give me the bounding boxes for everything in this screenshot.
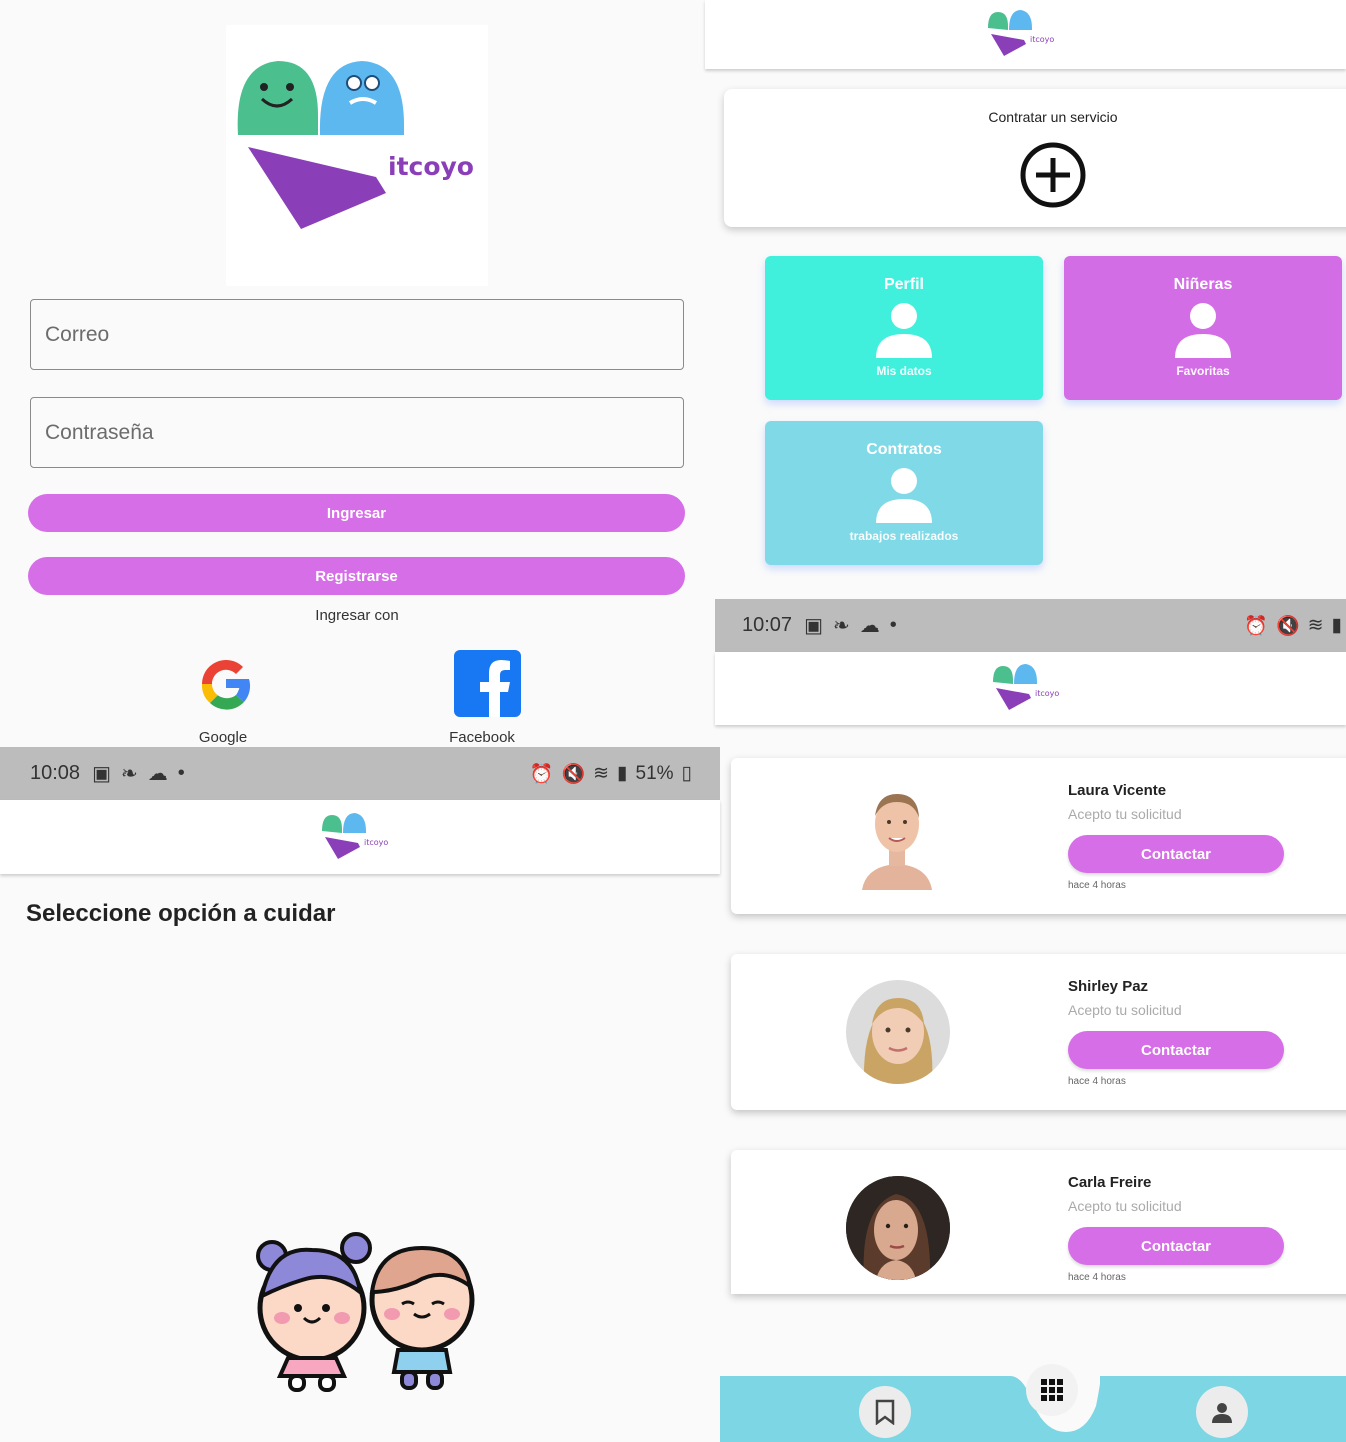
register-button[interactable]: Registrarse <box>28 557 685 595</box>
facebook-login-button[interactable] <box>454 650 521 717</box>
mute-icon: 🔇 <box>561 763 586 785</box>
nanny-photo <box>846 980 950 1084</box>
bookmark-icon <box>875 1399 895 1425</box>
dot-icon: • <box>889 614 897 636</box>
nanny-status: Acepto tu solicitud <box>1068 1198 1182 1214</box>
nanny-photo <box>846 1176 950 1280</box>
choose-appbar: itcoyo <box>0 800 720 874</box>
google-label: Google <box>198 729 248 746</box>
signal-icon: ▮ <box>617 763 628 784</box>
children-illustration[interactable] <box>252 1226 478 1394</box>
person-icon <box>1175 303 1231 358</box>
nanny-card[interactable]: Laura Vicente Acepto tu solicitud Contac… <box>731 758 1346 914</box>
nanny-status: Acepto tu solicitud <box>1068 1002 1182 1018</box>
tile-title: Niñeras <box>1173 276 1233 293</box>
app-logo-large: itcoyo <box>226 25 488 286</box>
nanny-time: hace 4 horas <box>1068 1272 1126 1283</box>
contact-button[interactable]: Contactar <box>1068 835 1284 873</box>
nanny-photo <box>858 788 936 890</box>
login-with-label: Ingresar con <box>315 607 399 624</box>
dashboard-appbar: itcoyo <box>705 0 1346 69</box>
battery-percent: 51% <box>635 762 674 784</box>
alarm-icon: ⏰ <box>529 763 554 785</box>
svg-text:itcoyo: itcoyo <box>1030 35 1054 44</box>
svg-text:itcoyo: itcoyo <box>364 838 388 847</box>
facebook-label: Facebook <box>449 729 515 746</box>
hire-service-card[interactable]: Contratar un servicio <box>724 89 1346 227</box>
nanny-time: hace 4 horas <box>1068 1076 1126 1087</box>
mute-icon: 🔇 <box>1275 615 1300 637</box>
nanny-name: Laura Vicente <box>1068 782 1167 799</box>
hire-service-label: Contratar un servicio <box>988 109 1118 125</box>
wifi-icon: ≋ <box>593 763 610 784</box>
google-login-button[interactable] <box>192 650 260 718</box>
leaf-icon: ❧ <box>832 615 850 637</box>
wifi-icon: ≋ <box>1307 615 1324 636</box>
email-input[interactable] <box>31 300 683 369</box>
app-logo-small: itcoyo <box>992 663 1059 710</box>
choose-title: Seleccione opción a cuidar <box>26 900 336 927</box>
email-field[interactable] <box>30 299 684 370</box>
tile-subtitle: Favoritas <box>1176 364 1230 378</box>
status-time: 10:07 <box>742 614 793 636</box>
nanny-status: Acepto tu solicitud <box>1068 806 1182 822</box>
login-button[interactable]: Ingresar <box>28 494 685 532</box>
person-icon <box>876 303 932 358</box>
nanny-name: Carla Freire <box>1068 1174 1152 1191</box>
add-circle-icon[interactable] <box>1020 142 1086 208</box>
dot-icon: • <box>177 762 185 784</box>
facebook-icon <box>480 660 510 717</box>
gallery-icon: ▣ <box>92 763 111 785</box>
status-bar: 10:07 ▣ ❧ ☁ • ⏰ 🔇 ≋ ▮ <box>715 599 1346 652</box>
gallery-icon: ▣ <box>804 615 823 637</box>
contact-button[interactable]: Contactar <box>1068 1031 1284 1069</box>
bookmark-tab[interactable] <box>859 1386 911 1438</box>
nanny-name: Shirley Paz <box>1068 978 1149 995</box>
app-logo-small: itcoyo <box>987 9 1054 56</box>
app-logo-small: itcoyo <box>322 813 388 859</box>
profile-tab[interactable] <box>1196 1386 1248 1438</box>
svg-text:itcoyo: itcoyo <box>1035 689 1059 698</box>
alarm-icon: ⏰ <box>1244 615 1268 637</box>
grid-icon <box>1041 1379 1063 1401</box>
tile-subtitle: Mis datos <box>876 364 932 378</box>
nanny-card[interactable]: Shirley Paz Acepto tu solicitud Contacta… <box>731 954 1346 1110</box>
tile-subtitle: trabajos realizados <box>849 529 959 543</box>
profile-tile[interactable]: Perfil Mis datos <box>765 256 1043 400</box>
battery-icon: ▯ <box>681 763 692 784</box>
status-time: 10:08 <box>30 762 81 784</box>
status-bar: 10:08 ▣ ❧ ☁ • ⏰ 🔇 ≋ ▮ 51% ▯ <box>0 747 720 800</box>
signal-icon: ▮ <box>1331 615 1342 636</box>
leaf-icon: ❧ <box>120 763 138 785</box>
password-field[interactable] <box>30 397 684 468</box>
contracts-tile[interactable]: Contratos trabajos realizados <box>765 421 1043 565</box>
bottom-navigation <box>720 1364 1346 1442</box>
person-icon <box>1212 1403 1232 1423</box>
home-grid-tab[interactable] <box>1026 1364 1078 1416</box>
cloud-icon: ☁ <box>859 615 880 637</box>
logo-wordmark: itcoyo <box>388 152 474 181</box>
tile-title: Contratos <box>866 441 942 458</box>
person-icon <box>876 468 932 523</box>
password-input[interactable] <box>31 398 683 467</box>
nannies-tile[interactable]: Niñeras Favoritas <box>1064 256 1342 400</box>
nanny-card[interactable]: Carla Freire Acepto tu solicitud Contact… <box>731 1150 1346 1294</box>
tile-title: Perfil <box>883 276 924 293</box>
google-icon <box>201 659 251 710</box>
contact-button[interactable]: Contactar <box>1068 1227 1284 1265</box>
nanny-time: hace 4 horas <box>1068 880 1126 891</box>
nannies-appbar: itcoyo <box>715 652 1346 725</box>
cloud-icon: ☁ <box>147 763 168 785</box>
